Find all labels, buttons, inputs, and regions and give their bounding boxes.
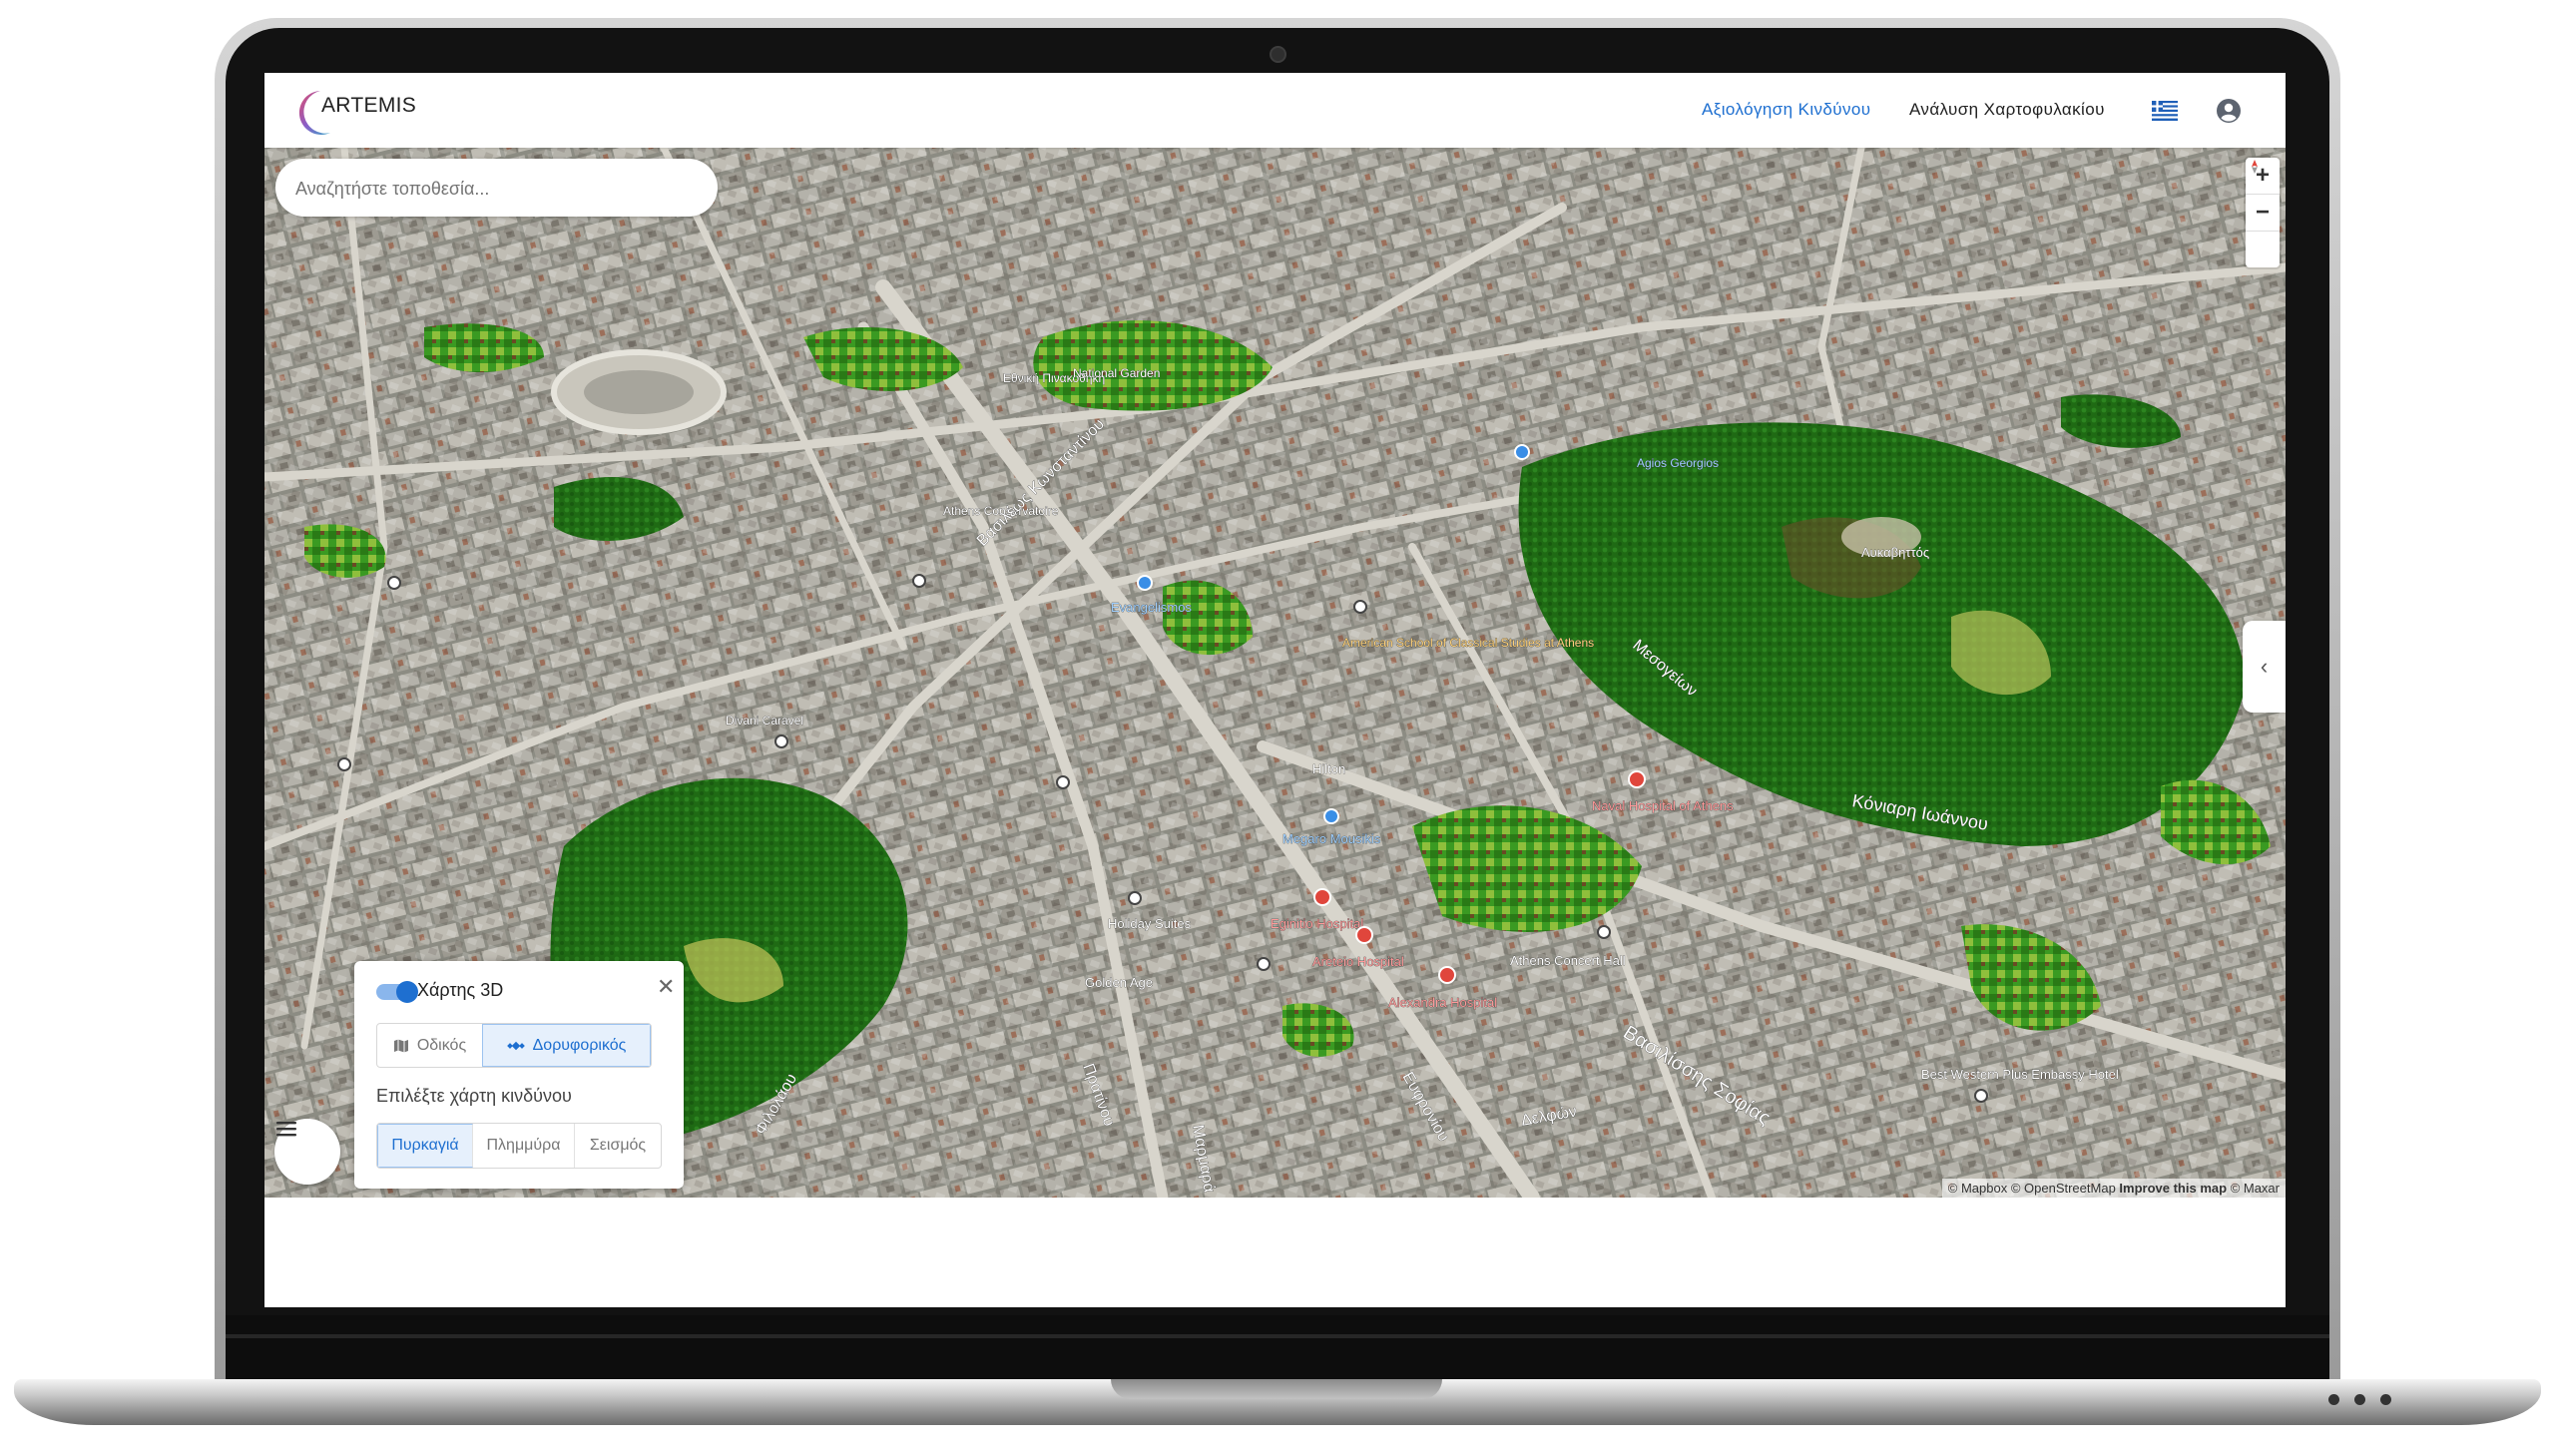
zoom-out-button[interactable]: − bbox=[2246, 195, 2280, 232]
basemap-satellite-label: Δορυφορικός bbox=[532, 1036, 627, 1054]
laptop-chin bbox=[226, 1315, 2329, 1385]
close-icon[interactable]: ✕ bbox=[657, 974, 675, 1000]
search-input[interactable] bbox=[293, 159, 697, 219]
improve-map-link[interactable]: Improve this map bbox=[2119, 1181, 2227, 1196]
status-dot bbox=[2380, 1394, 2391, 1405]
map-label: Megaro Mousikis bbox=[1282, 831, 1381, 846]
location-search[interactable] bbox=[275, 159, 718, 219]
hazard-fire-button[interactable]: Πυρκαγιά bbox=[377, 1124, 473, 1168]
map-label: Eginitio Hospital bbox=[1271, 916, 1363, 931]
map-label: National Garden bbox=[1073, 366, 1160, 380]
hazard-flood-button[interactable]: Πλημμύρα bbox=[473, 1124, 575, 1168]
hazard-map-label: Επιλέξτε χάρτη κινδύνου bbox=[376, 1086, 572, 1106]
hazard-selector: Πυρκαγιά Πλημμύρα Σεισμός bbox=[376, 1123, 662, 1169]
map-label: Hilton bbox=[1312, 761, 1345, 776]
nav-portfolio-analysis[interactable]: Ανάλυση Χαρτοφυλακίου bbox=[1909, 100, 2105, 120]
hazard-earthquake-button[interactable]: Σεισμός bbox=[575, 1124, 661, 1168]
basemap-road-button[interactable]: Οδικός bbox=[377, 1024, 482, 1067]
satellite-icon bbox=[506, 1041, 525, 1050]
page-footer-space bbox=[264, 1198, 2286, 1307]
basemap-selector: Οδικός Δορυφορικός bbox=[376, 1023, 652, 1068]
map-label: Holiday Suites bbox=[1108, 916, 1192, 931]
map-label: Agios Georgios bbox=[1637, 456, 1719, 470]
basemap-road-label: Οδικός bbox=[416, 1036, 467, 1054]
map-icon bbox=[393, 1039, 408, 1052]
3d-map-toggle-knob[interactable] bbox=[396, 981, 418, 1003]
user-circle-icon[interactable] bbox=[2216, 98, 2242, 124]
side-panel-toggle[interactable]: ‹ bbox=[2243, 621, 2286, 713]
map-label: Λυκαβηττός bbox=[1861, 545, 1929, 560]
panel-title: Χάρτης 3D bbox=[417, 980, 504, 1000]
zoom-controls: + − bbox=[2246, 158, 2280, 267]
laptop-hinge bbox=[226, 1334, 2329, 1338]
brand-name: ARTEMIS bbox=[321, 94, 417, 117]
top-navbar: ARTEMIS Αξιολόγηση Κινδύνου Ανάλυση Χαρτ… bbox=[264, 73, 2286, 148]
greek-flag-icon[interactable] bbox=[2152, 101, 2178, 121]
app-screen: ARTEMIS Αξιολόγηση Κινδύνου Ανάλυση Χαρτ… bbox=[264, 73, 2286, 1307]
map-label: Divani Caravel bbox=[726, 714, 803, 728]
status-dot bbox=[2328, 1394, 2339, 1405]
map-label: American School of Classical Studies at … bbox=[1342, 636, 1594, 650]
map-label: Evangelismos bbox=[1111, 600, 1192, 615]
status-dot bbox=[2354, 1394, 2365, 1405]
map-label: Athens Concert Hall bbox=[1510, 953, 1626, 968]
camera bbox=[1270, 46, 1286, 63]
map-label: Alexandra Hospital bbox=[1388, 995, 1497, 1010]
menu-button[interactable] bbox=[274, 1119, 340, 1185]
laptop-notch bbox=[1111, 1379, 1442, 1399]
map-label: Naval Hospital of Athens bbox=[1592, 798, 1734, 813]
map-label: Areteio Hospital bbox=[1312, 954, 1404, 969]
map-attribution: © Mapbox © OpenStreetMap Improve this ma… bbox=[1941, 1179, 2286, 1198]
attribution-maxar[interactable]: © Maxar bbox=[2231, 1181, 2280, 1196]
map-label: Golden Age bbox=[1085, 975, 1153, 990]
hamburger-icon bbox=[276, 1122, 296, 1137]
compass-button[interactable] bbox=[2246, 160, 2280, 267]
map-label: Best Western Plus Embassy Hotel bbox=[1921, 1067, 2119, 1082]
nav-risk-assessment[interactable]: Αξιολόγηση Κινδύνου bbox=[1702, 100, 1870, 120]
attribution-osm[interactable]: © OpenStreetMap bbox=[2011, 1181, 2116, 1196]
compass-icon bbox=[2252, 160, 2258, 174]
attribution-mapbox[interactable]: © Mapbox bbox=[1948, 1181, 2007, 1196]
map-layer-panel: Χάρτης 3D ✕ Οδικός Δορυφορικός Επιλέξτε … bbox=[354, 961, 684, 1189]
basemap-satellite-button[interactable]: Δορυφορικός bbox=[482, 1024, 651, 1067]
